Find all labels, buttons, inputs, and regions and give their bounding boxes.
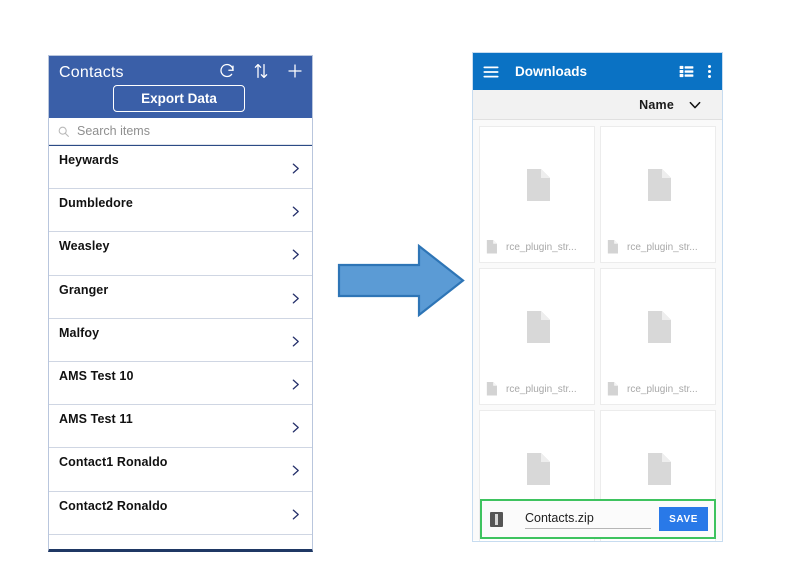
list-item[interactable]: rce_plugin_str... <box>600 268 716 405</box>
export-data-button[interactable]: Export Data <box>113 85 245 112</box>
search-input[interactable]: Search items <box>77 124 150 138</box>
document-icon <box>645 453 671 485</box>
file-name: rce_plugin_str... <box>627 383 698 395</box>
overflow-dot <box>708 70 711 73</box>
chevron-right-icon[interactable] <box>289 162 302 180</box>
chevron-right-icon[interactable] <box>289 205 302 223</box>
sort-bar[interactable]: Name <box>473 90 722 120</box>
page-title: Downloads <box>515 64 588 79</box>
document-icon <box>645 169 671 201</box>
overflow-dot <box>708 75 711 78</box>
document-icon <box>486 382 497 396</box>
save-button[interactable]: SAVE <box>659 507 708 531</box>
chevron-right-icon[interactable] <box>289 292 302 310</box>
contacts-header: Contacts Export Data <box>49 56 312 118</box>
document-icon <box>486 240 497 254</box>
chevron-right-icon[interactable] <box>289 508 302 526</box>
file-name: rce_plugin_str... <box>627 241 698 253</box>
contacts-list: Heywards Dumbledore Weasley Granger Malf <box>49 145 312 535</box>
refresh-icon[interactable] <box>218 62 236 80</box>
page-title: Contacts <box>59 64 124 81</box>
file-grid-scroll-area[interactable]: rce_plugin_str... rce_plugin_str... rce_… <box>473 120 722 541</box>
file-grid: rce_plugin_str... rce_plugin_str... rce_… <box>479 126 716 541</box>
right-arrow-icon <box>337 243 465 318</box>
contact-name: Dumbledore <box>59 196 133 211</box>
contact-name: Contact2 Ronaldo <box>59 498 168 513</box>
chevron-right-icon[interactable] <box>289 378 302 396</box>
table-row[interactable]: AMS Test 11 <box>49 405 312 449</box>
overflow-menu-icon[interactable] <box>708 64 712 79</box>
chevron-right-icon[interactable] <box>289 335 302 353</box>
table-row[interactable]: Malfoy <box>49 318 312 362</box>
document-icon <box>524 169 550 201</box>
contact-name: Contact1 Ronaldo <box>59 455 168 470</box>
contact-name: Weasley <box>59 239 110 254</box>
file-footer: rce_plugin_str... <box>607 382 710 396</box>
list-item[interactable]: rce_plugin_str... <box>479 268 595 405</box>
document-icon <box>645 311 671 343</box>
list-item[interactable]: rce_plugin_str... <box>479 126 595 263</box>
filename-input[interactable] <box>525 509 652 529</box>
document-icon <box>607 382 618 396</box>
downloads-file-picker-panel: Downloads Name rce_plugin_str... rce_plu… <box>472 52 723 542</box>
document-icon <box>524 311 550 343</box>
chevron-right-icon[interactable] <box>289 464 302 482</box>
grid-view-icon[interactable] <box>679 64 694 79</box>
table-row[interactable]: Granger <box>49 275 312 319</box>
table-row[interactable]: Contact1 Ronaldo <box>49 448 312 492</box>
save-file-bar: SAVE <box>480 499 716 539</box>
list-item[interactable]: rce_plugin_str... <box>600 126 716 263</box>
file-footer: rce_plugin_str... <box>486 382 589 396</box>
chevron-right-icon[interactable] <box>289 421 302 439</box>
search-bar[interactable]: Search items <box>49 118 312 145</box>
table-row[interactable]: Contact2 Ronaldo <box>49 491 312 535</box>
overflow-dot <box>708 65 711 68</box>
document-icon <box>524 453 550 485</box>
table-row[interactable]: AMS Test 10 <box>49 361 312 406</box>
table-row[interactable]: Dumbledore <box>49 189 312 233</box>
document-icon <box>607 240 618 254</box>
downloads-header: Downloads <box>473 53 722 90</box>
sort-icon[interactable] <box>252 62 270 80</box>
file-footer: rce_plugin_str... <box>607 240 710 254</box>
search-icon <box>57 125 70 138</box>
file-footer: rce_plugin_str... <box>486 240 589 254</box>
chevron-down-icon[interactable] <box>688 98 702 112</box>
contact-name: Granger <box>59 282 109 297</box>
contact-name: Malfoy <box>59 325 100 340</box>
add-icon[interactable] <box>286 62 304 80</box>
contacts-app-panel: Contacts Export Data Search items Heywar… <box>48 55 313 552</box>
chevron-right-icon[interactable] <box>289 248 302 266</box>
file-name: rce_plugin_str... <box>506 383 577 395</box>
table-row[interactable]: Weasley <box>49 232 312 276</box>
contact-name: Heywards <box>59 153 119 167</box>
contact-name: AMS Test 11 <box>59 412 133 427</box>
table-row[interactable]: Heywards <box>49 146 312 190</box>
hamburger-icon[interactable] <box>483 65 499 79</box>
contacts-header-actions <box>218 62 304 80</box>
contact-name: AMS Test 10 <box>59 368 134 383</box>
zip-file-icon <box>490 511 503 527</box>
file-name: rce_plugin_str... <box>506 241 577 253</box>
sort-by-label: Name <box>639 97 674 112</box>
